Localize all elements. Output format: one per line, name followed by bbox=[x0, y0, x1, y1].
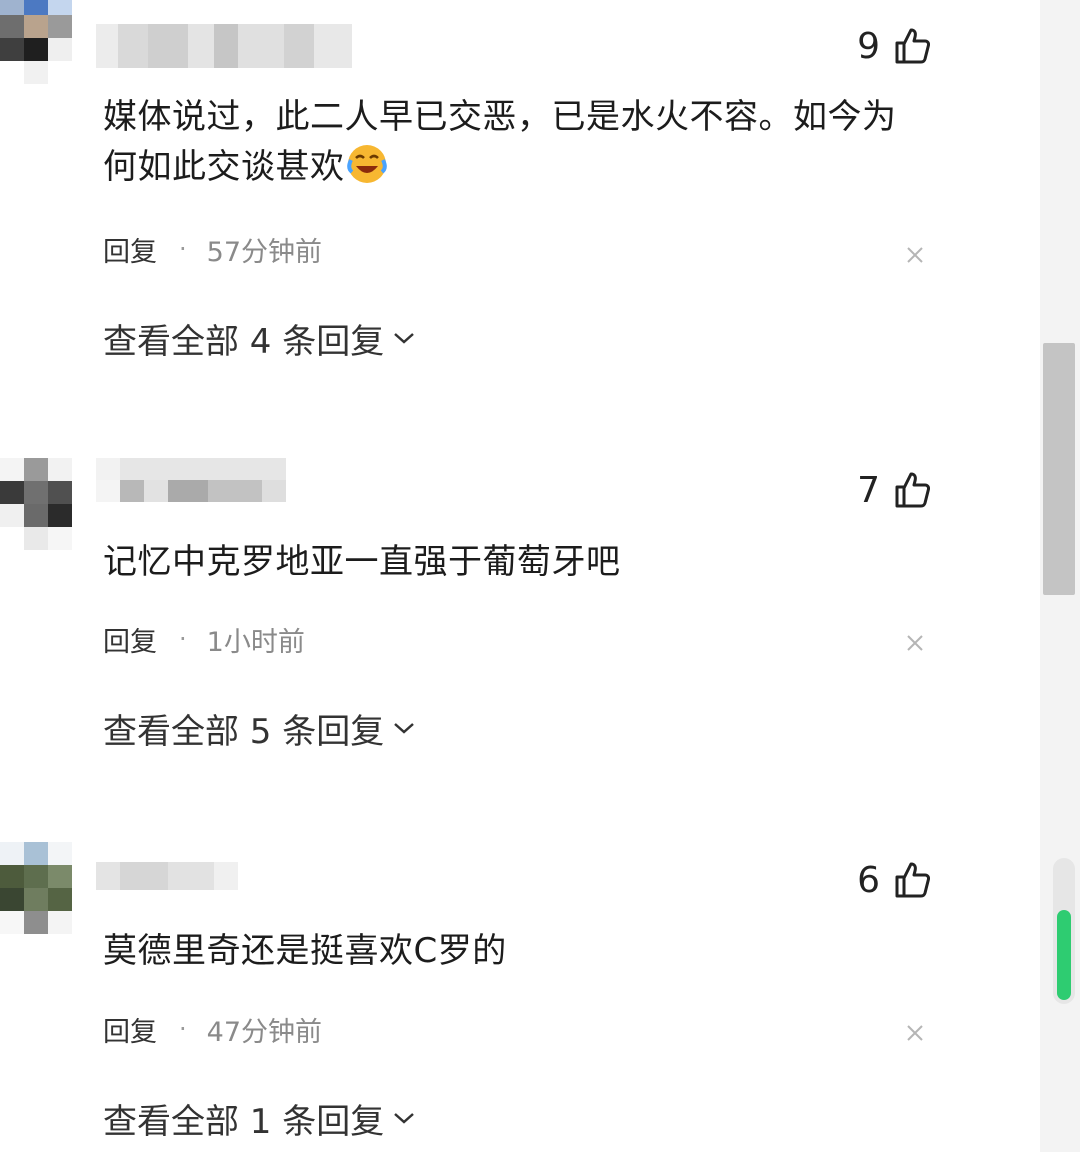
comment-text: 记忆中克罗地亚一直强于葡萄牙吧 bbox=[103, 542, 621, 582]
chevron-down-icon bbox=[392, 1110, 416, 1126]
like-button[interactable]: 7 bbox=[857, 466, 930, 514]
username-blurred[interactable] bbox=[96, 862, 238, 890]
side-indicator-bar bbox=[1057, 910, 1071, 1000]
username-blurred[interactable] bbox=[96, 458, 286, 502]
view-all-replies[interactable]: 查看全部 5 条回复 bbox=[103, 704, 416, 752]
avatar[interactable] bbox=[0, 458, 72, 550]
comment-item: 6 莫德里奇还是挺喜欢C罗的 回复 · 47分钟前 查看全部 1 条回复 bbox=[0, 0, 1040, 1142]
thumbs-up-icon bbox=[894, 471, 930, 509]
comment-text: 莫德里奇还是挺喜欢C罗的 bbox=[103, 931, 507, 971]
view-all-label: 查看全部 5 条回复 bbox=[103, 711, 385, 752]
comment-list: 9 媒体说过，此二人早已交恶，已是水火不容。如今为何如此交谈甚欢 回复 · 57… bbox=[0, 0, 1040, 1152]
like-count: 6 bbox=[857, 859, 880, 901]
close-icon[interactable] bbox=[900, 628, 930, 658]
reply-button[interactable]: 回复 bbox=[103, 1010, 157, 1049]
scrollbar-thumb[interactable] bbox=[1043, 343, 1075, 595]
comment-meta: 回复 · 47分钟前 bbox=[103, 1009, 322, 1049]
side-indicator[interactable] bbox=[1053, 858, 1075, 1004]
reply-button[interactable]: 回复 bbox=[103, 620, 157, 659]
thumbs-up-icon bbox=[894, 861, 930, 899]
view-all-label: 查看全部 1 条回复 bbox=[103, 1101, 385, 1142]
meta-separator: · bbox=[179, 625, 187, 653]
like-button[interactable]: 6 bbox=[857, 856, 930, 904]
like-count: 7 bbox=[857, 469, 880, 511]
close-icon[interactable] bbox=[900, 1018, 930, 1048]
meta-separator: · bbox=[179, 1015, 187, 1043]
avatar[interactable] bbox=[0, 842, 72, 934]
view-all-replies[interactable]: 查看全部 1 条回复 bbox=[103, 1094, 416, 1142]
comment-meta: 回复 · 1小时前 bbox=[103, 619, 305, 659]
comment-time: 1小时前 bbox=[206, 626, 305, 658]
comment-time: 47分钟前 bbox=[206, 1016, 322, 1048]
chevron-down-icon bbox=[392, 720, 416, 736]
